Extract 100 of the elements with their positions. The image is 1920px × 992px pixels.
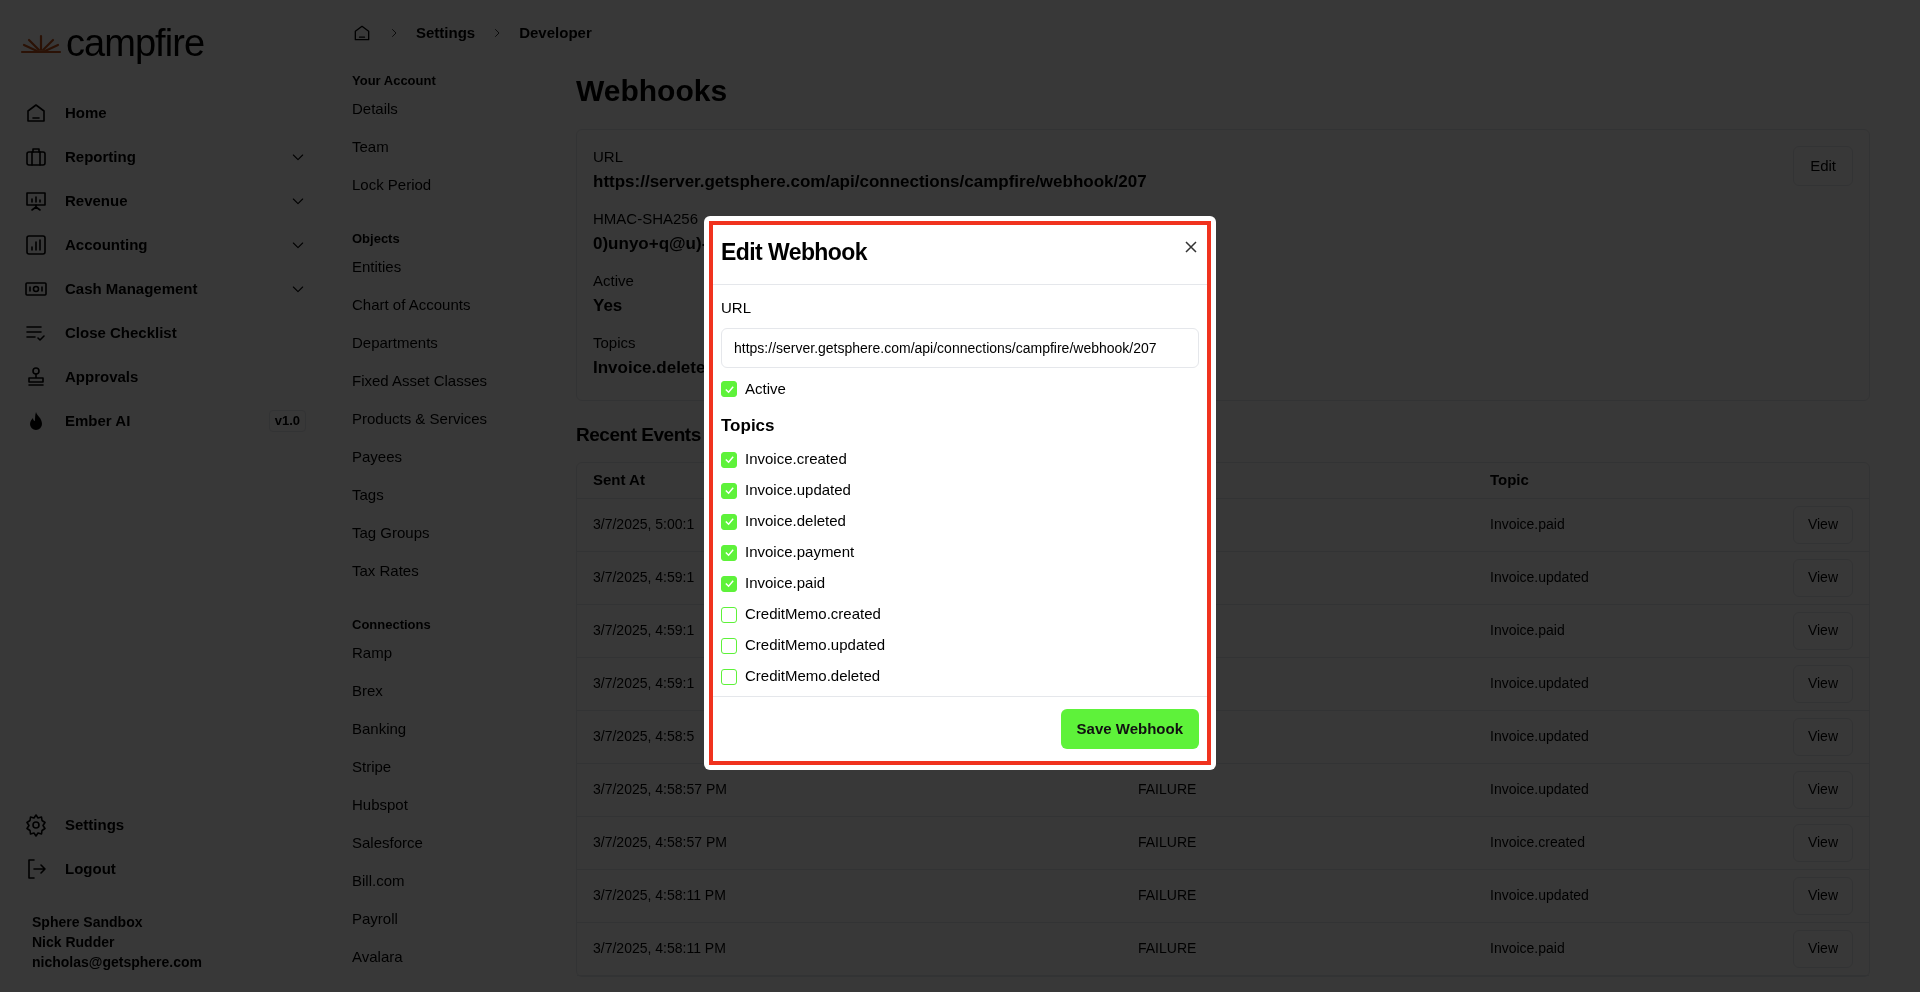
view-button[interactable]: View <box>1792 717 1853 756</box>
settings-nav-link[interactable]: Brex <box>352 672 383 710</box>
sidebar-item[interactable]: Reporting <box>20 138 310 176</box>
checkbox-label[interactable]: CreditMemo.updated <box>745 634 886 657</box>
checkmark-icon <box>723 454 735 465</box>
table-cell: Invoice.created <box>1490 834 1585 850</box>
table-cell: FAILURE <box>1138 834 1197 850</box>
sidebar-item[interactable]: Home <box>20 94 310 132</box>
settings-nav-link[interactable]: Fixed Asset Classes <box>352 362 488 400</box>
settings-nav-link[interactable]: Bill.com <box>352 862 405 900</box>
settings-icon <box>24 813 48 837</box>
table-cell: 3/7/2025, 4:59:1 <box>593 675 695 691</box>
table-cell: FAILURE <box>1138 781 1197 797</box>
checkbox-label[interactable]: CreditMemo.created <box>745 603 881 626</box>
checkbox-label[interactable]: Active <box>745 377 786 401</box>
url-field[interactable]: https://server.getsphere.com/api/connections/campfire/webhook/207 <box>721 327 1199 368</box>
page-title: Webhooks <box>576 73 728 109</box>
checkbox[interactable] <box>721 544 737 561</box>
view-button[interactable]: View <box>1792 823 1853 862</box>
settings-nav-link[interactable]: Chart of Accounts <box>352 286 471 324</box>
table-cell: 3/7/2025, 4:58:11 PM <box>593 887 726 903</box>
view-button[interactable]: View <box>1792 876 1853 915</box>
checkbox[interactable] <box>721 513 737 530</box>
checkbox-label[interactable]: Invoice.created <box>745 448 847 471</box>
settings-nav-link[interactable]: Avalara <box>352 938 403 976</box>
table-cell: 3/7/2025, 5:00:1 <box>593 516 695 532</box>
sidebar-item[interactable]: Ember AI v1.0 <box>20 402 310 440</box>
settings-nav-link[interactable]: Products & Services <box>352 400 488 438</box>
field-value: https://server.getsphere.com/api/connections/campfire/webhook/207 <box>593 170 1147 193</box>
organization-name: Sphere Sandbox <box>32 913 143 932</box>
settings-nav-link[interactable]: Tags <box>352 476 384 514</box>
settings-nav-link[interactable]: Tax Rates <box>352 552 419 590</box>
checkbox[interactable] <box>721 575 737 592</box>
checkbox-label[interactable]: Invoice.deleted <box>745 510 846 533</box>
sidebar-item[interactable]: Revenue <box>20 182 310 220</box>
checkbox[interactable] <box>721 482 737 499</box>
field-value: Yes <box>593 294 623 317</box>
checkbox-label[interactable]: Invoice.payment <box>745 541 855 564</box>
checkbox[interactable] <box>721 668 737 685</box>
settings-nav-link[interactable]: Details <box>352 90 398 128</box>
checkbox-label[interactable]: Invoice.paid <box>745 572 826 595</box>
sidebar-item[interactable]: Approvals <box>20 358 310 396</box>
table-cell: 3/7/2025, 4:58:57 PM <box>593 834 727 850</box>
table-cell: FAILURE <box>1138 887 1197 903</box>
settings-nav-link[interactable]: Team <box>352 128 389 166</box>
settings-nav-link[interactable]: Stripe <box>352 748 392 786</box>
view-button[interactable]: View <box>1792 664 1853 703</box>
sidebar-item[interactable]: Accounting <box>20 226 310 264</box>
settings-nav-link[interactable]: Salesforce <box>352 824 423 862</box>
checkmark-icon <box>723 485 735 496</box>
checkbox[interactable] <box>721 451 737 468</box>
settings-nav-link[interactable]: Lock Period <box>352 166 432 204</box>
sidebar-item[interactable]: Logout <box>20 850 310 888</box>
close-icon[interactable] <box>1185 241 1197 253</box>
nav-section-heading: Objects <box>352 229 400 248</box>
view-button[interactable]: View <box>1792 558 1853 597</box>
table-cell: 3/7/2025, 4:58:57 PM <box>593 781 727 797</box>
table-cell: Invoice.updated <box>1490 728 1589 744</box>
settings-nav-link[interactable]: Ramp <box>352 634 392 672</box>
settings-nav-link[interactable]: Payees <box>352 438 403 476</box>
table-cell: 3/7/2025, 4:58:11 PM <box>593 940 726 956</box>
field-label: Topics <box>593 333 636 353</box>
save-webhook-button[interactable]: Save Webhook <box>1060 709 1199 749</box>
sidebar-item[interactable]: Settings <box>20 806 310 844</box>
column-header: Sent At <box>593 470 645 488</box>
sidebar-item[interactable]: Cash Management <box>20 270 310 308</box>
settings-nav-link[interactable]: Payroll <box>352 900 398 938</box>
settings-nav-link[interactable]: Banking <box>352 710 407 748</box>
checkbox[interactable] <box>721 381 737 397</box>
settings-nav-link[interactable]: Departments <box>352 324 438 362</box>
settings-nav-link[interactable]: Hubspot <box>352 786 408 824</box>
table-cell: Invoice.updated <box>1490 887 1589 903</box>
breadcrumb-link[interactable]: Developer <box>519 21 592 45</box>
checkbox[interactable] <box>721 637 737 654</box>
field-label: HMAC-SHA256 <box>593 209 699 229</box>
settings-nav-link[interactable]: Entities <box>352 248 402 286</box>
field-value: Invoice.delete <box>593 356 706 379</box>
checkbox-label[interactable]: CreditMemo.deleted <box>745 665 881 688</box>
view-button[interactable]: View <box>1792 611 1853 650</box>
presentation-board-icon <box>24 189 48 213</box>
home-icon <box>24 101 48 125</box>
checkmark-icon <box>723 383 735 395</box>
sidebar-item[interactable]: Close Checklist <box>20 314 310 352</box>
topics-heading: Topics <box>721 414 775 437</box>
table-cell: Invoice.paid <box>1490 516 1565 532</box>
nav-section-heading: Connections <box>352 615 431 634</box>
checkbox-label[interactable]: Invoice.updated <box>745 479 851 502</box>
breadcrumb-link[interactable]: Settings <box>416 21 476 45</box>
settings-nav-link[interactable]: Tag Groups <box>352 514 430 552</box>
field-label: Active <box>593 271 634 291</box>
dialog-title: Edit Webhook <box>721 238 867 267</box>
view-button[interactable]: View <box>1792 929 1853 968</box>
campfire-logo: campfire <box>66 24 205 62</box>
edit-button[interactable]: Edit <box>1793 146 1853 186</box>
table-cell: Invoice.paid <box>1490 940 1565 956</box>
view-button[interactable]: View <box>1792 770 1853 809</box>
view-button[interactable]: View <box>1792 505 1853 544</box>
checkbox[interactable] <box>721 606 737 623</box>
checkmark-icon <box>723 578 735 589</box>
home-icon[interactable] <box>352 23 372 43</box>
